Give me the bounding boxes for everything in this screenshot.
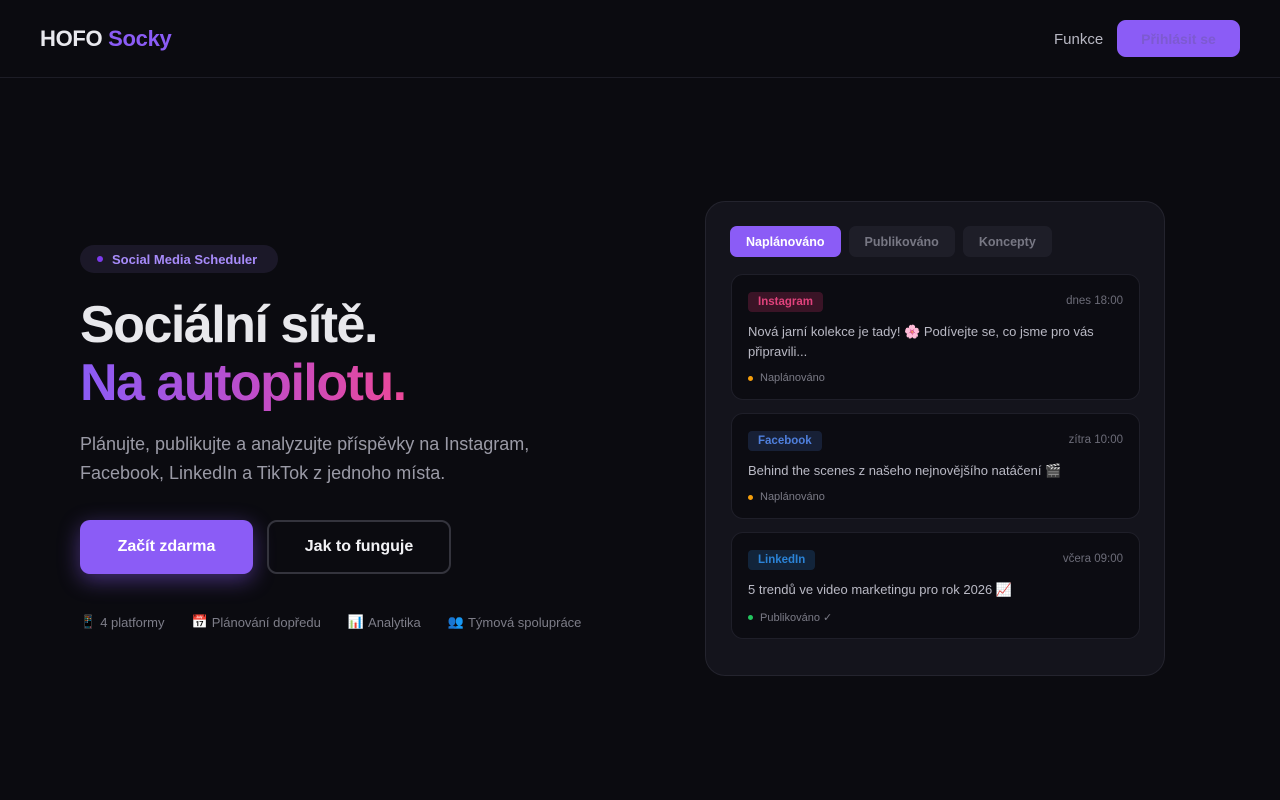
feature-label: Plánování dopředu — [211, 614, 321, 630]
post-time: zítra 10:00 — [1068, 434, 1123, 446]
feature-label: Týmová spolupráce — [467, 614, 582, 630]
post-card[interactable]: Facebook zítra 10:00 Behind the scenes z… — [731, 413, 1140, 519]
feature-item: 📊 Analytika — [348, 612, 421, 632]
how-it-works-button[interactable]: Jak to funguje — [267, 520, 451, 574]
logo-accent: Socky — [108, 26, 172, 51]
platform-badge-instagram: Instagram — [748, 292, 823, 312]
platform-badge-linkedin: LinkedIn — [748, 550, 816, 570]
mobile-phone-icon: 📱 — [80, 614, 97, 629]
hero-title: Sociální sítě. — [80, 296, 378, 354]
feature-label: Analytika — [368, 614, 421, 630]
post-card[interactable]: LinkedIn včera 09:00 5 trendů ve video m… — [731, 532, 1140, 639]
tab-published[interactable]: Publikováno — [848, 226, 955, 257]
post-text: Nová jarní kolekce je tady! 🌸 Podívejte … — [748, 324, 1094, 359]
nav-link-features[interactable]: Funkce — [1054, 31, 1103, 48]
site-header: HOFO Socky Funkce Přihlásit se — [0, 0, 1280, 78]
badge-dot-icon — [97, 256, 103, 262]
post-status: Naplánováno — [748, 491, 825, 503]
login-button[interactable]: Přihlásit se — [1117, 20, 1240, 57]
feature-item: 📱 4 platformy — [80, 612, 165, 632]
bar-chart-icon: 📊 — [347, 614, 365, 629]
tab-scheduled[interactable]: Naplánováno — [730, 226, 841, 257]
start-free-button[interactable]: Začít zdarma — [80, 520, 253, 574]
calendar-icon: 📅 — [191, 614, 208, 629]
post-time: dnes 18:00 — [1066, 295, 1123, 307]
hero-badge: Social Media Scheduler — [80, 245, 278, 273]
status-dot-icon — [748, 615, 753, 620]
feature-item: 👥 Týmová spolupráce — [448, 612, 582, 632]
badge-label: Social Media Scheduler — [112, 251, 258, 267]
post-status: Publikováno ✓ — [748, 611, 832, 624]
status-dot-icon — [748, 375, 753, 381]
status-label: Naplánováno — [760, 372, 825, 384]
hero-lead: Plánujte, publikujte a analyzujte příspě… — [80, 434, 530, 483]
feature-label: 4 platformy — [100, 614, 165, 630]
post-status: Naplánováno — [748, 372, 825, 384]
tab-drafts[interactable]: Koncepty — [962, 226, 1052, 257]
status-label: Publikováno ✓ — [760, 612, 833, 624]
logo-primary: HOFO — [40, 26, 103, 51]
post-text: Behind the scenes z našeho nejnovějšího … — [748, 463, 1062, 478]
feature-list: 📱 4 platformy 📅 Plánování dopředu 📊 Anal… — [80, 612, 581, 632]
scheduler-preview-panel: Naplánováno Publikováno Koncepty Instagr… — [705, 201, 1165, 676]
post-time: včera 09:00 — [1062, 553, 1123, 565]
feature-item: 📅 Plánování dopředu — [192, 612, 321, 632]
logo[interactable]: HOFO Socky — [40, 26, 172, 52]
post-card[interactable]: Instagram dnes 18:00 Nová jarní kolekce … — [731, 274, 1140, 400]
platform-badge-facebook: Facebook — [748, 431, 822, 451]
post-tabs: Naplánováno Publikováno Koncepty — [730, 226, 1052, 257]
people-icon: 👥 — [447, 614, 464, 629]
status-dot-icon — [748, 494, 753, 500]
status-label: Naplánováno — [760, 491, 825, 503]
post-text: 5 trendů ve video marketingu pro rok 202… — [748, 582, 1013, 597]
hero-title-gradient: Na autopilotu. — [80, 354, 407, 412]
